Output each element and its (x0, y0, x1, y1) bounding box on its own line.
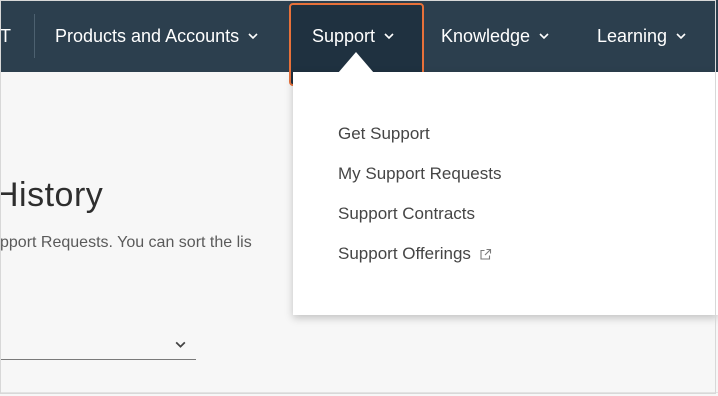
nav-item-learning[interactable]: Learning (597, 0, 687, 72)
sort-filter-select[interactable] (0, 330, 196, 360)
nav-item-products-and-accounts[interactable]: Products and Accounts (55, 0, 259, 72)
menu-item-support-contracts[interactable]: Support Contracts (338, 202, 475, 226)
menu-item-label: My Support Requests (338, 164, 502, 183)
nav-item-label: Learning (597, 25, 668, 46)
page-description: pport Requests. You can sort the lis (0, 234, 252, 251)
nav-item-label: Products and Accounts (55, 25, 240, 46)
page-title: History (0, 176, 104, 214)
support-dropdown-menu: Get Support My Support Requests Support … (293, 72, 718, 315)
nav-item-label: Support (312, 25, 376, 46)
chevron-down-icon (676, 33, 686, 40)
dropdown-caret (338, 52, 374, 73)
menu-item-label: Get Support (338, 124, 430, 143)
chevron-down-icon (539, 33, 549, 40)
nav-item-truncated[interactable]: T (0, 0, 11, 72)
menu-item-label: Support Contracts (338, 204, 476, 223)
external-link-icon (480, 248, 491, 260)
menu-item-label: Support Offerings (338, 244, 471, 263)
page-divider (0, 392, 718, 393)
chevron-down-icon (384, 33, 394, 40)
nav-separator (34, 14, 35, 58)
nav-item-label: Knowledge (441, 25, 531, 46)
nav-item-truncated-label: T (0, 25, 11, 46)
nav-item-knowledge[interactable]: Knowledge (441, 0, 550, 72)
chevron-down-icon (175, 341, 186, 348)
chevron-down-icon (248, 33, 258, 40)
menu-item-my-support-requests[interactable]: My Support Requests (338, 162, 501, 186)
menu-item-support-offerings[interactable]: Support Offerings (338, 242, 492, 266)
menu-item-get-support[interactable]: Get Support (338, 122, 430, 146)
